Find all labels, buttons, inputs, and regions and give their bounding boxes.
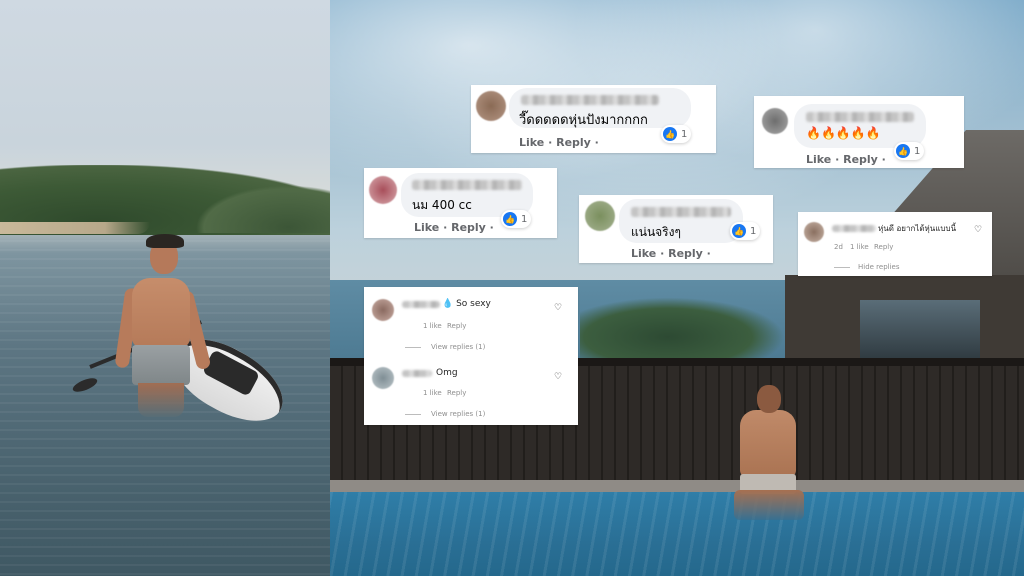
divider — [834, 267, 850, 268]
comment-actions[interactable]: Like · Reply · — [806, 153, 886, 166]
heart-icon[interactable]: ♡ — [554, 303, 562, 313]
comment-text: 💧 So sexy — [442, 299, 491, 309]
man-torso — [132, 278, 190, 348]
blurred-username — [806, 112, 914, 122]
blurred-username — [521, 95, 659, 105]
view-replies-link[interactable]: View replies (1) — [431, 410, 485, 418]
reply-link[interactable]: Reply — [447, 322, 466, 330]
comment-likes[interactable]: 1 like — [423, 389, 442, 397]
blurred-username — [631, 207, 731, 217]
hill-2 — [180, 178, 330, 233]
man-head — [757, 385, 781, 413]
man-legs — [734, 490, 804, 520]
divider — [405, 414, 421, 415]
avatar — [804, 222, 824, 242]
avatar — [372, 299, 394, 321]
like-count: 1 — [750, 225, 757, 237]
comment-time: 2d — [834, 243, 843, 251]
blurred-username — [832, 225, 876, 232]
thumbs-up-icon: 👍 — [663, 127, 677, 141]
like-count-badge[interactable]: 👍 1 — [501, 210, 532, 228]
avatar — [476, 91, 506, 121]
villa-window — [860, 300, 980, 360]
thumbs-up-icon: 👍 — [732, 224, 746, 238]
comment-text: 🔥🔥🔥🔥🔥 — [806, 126, 881, 140]
like-count-badge[interactable]: 👍 1 — [730, 222, 761, 240]
avatar — [762, 108, 788, 134]
reply-link[interactable]: Reply — [447, 389, 466, 397]
man-legs — [138, 383, 184, 417]
comment-text: วี๊ดดดดดหุ่นปังมากกกก — [519, 113, 648, 128]
comment-text: นม 400 cc — [412, 198, 472, 212]
comment-card: 🔥🔥🔥🔥🔥 👍 1 Like · Reply · — [754, 96, 964, 168]
blurred-username — [402, 301, 440, 308]
trees — [580, 292, 800, 367]
view-replies-link[interactable]: View replies (1) — [431, 343, 485, 351]
like-count: 1 — [521, 213, 528, 225]
comment-actions[interactable]: Like · Reply · — [414, 221, 494, 234]
thumbs-up-icon: 👍 — [503, 212, 517, 226]
comment-likes[interactable]: 1 like — [423, 322, 442, 330]
like-count-badge[interactable]: 👍 1 — [894, 142, 925, 160]
comment-card: แน่นจริงๆ 👍 1 Like · Reply · — [579, 195, 773, 263]
heart-icon[interactable]: ♡ — [974, 225, 982, 235]
man-torso — [740, 410, 796, 478]
avatar — [585, 201, 615, 231]
like-count-badge[interactable]: 👍 1 — [661, 125, 692, 143]
swimming-pool — [330, 492, 1024, 576]
sand-beach — [0, 222, 150, 234]
ig-comment-card: หุ่นดี อยากได้หุ่นแบบนี้ ♡ 2d 1 like Rep… — [798, 212, 992, 276]
comment-actions[interactable]: Like · Reply · — [631, 247, 711, 260]
avatar — [372, 367, 394, 389]
thumbs-up-icon: 👍 — [896, 144, 910, 158]
comment-card: นม 400 cc 👍 1 Like · Reply · — [364, 168, 557, 238]
comment-likes[interactable]: 1 like — [850, 243, 869, 251]
comment-text: หุ่นดี อยากได้หุ่นแบบนี้ — [878, 224, 957, 233]
bucket-hat — [146, 234, 184, 248]
comment-text: Omg — [436, 368, 458, 378]
like-count: 1 — [681, 128, 688, 140]
avatar — [369, 176, 397, 204]
comment-actions[interactable]: Like · Reply · — [519, 136, 599, 149]
heart-icon[interactable]: ♡ — [554, 372, 562, 382]
swim-shorts — [132, 345, 190, 385]
comment-text: แน่นจริงๆ — [631, 225, 681, 239]
blurred-username — [412, 180, 522, 190]
ig-comment-card: 💧 So sexy ♡ 1 like Reply View replies (1… — [364, 287, 578, 425]
reply-link[interactable]: Reply — [874, 243, 893, 251]
like-count: 1 — [914, 145, 921, 157]
hide-replies-link[interactable]: Hide replies — [858, 263, 900, 271]
comment-card: วี๊ดดดดดหุ่นปังมากกกก 👍 1 Like · Reply · — [471, 85, 716, 153]
blurred-username — [402, 370, 432, 377]
divider — [405, 347, 421, 348]
left-photo-beach — [0, 0, 330, 576]
